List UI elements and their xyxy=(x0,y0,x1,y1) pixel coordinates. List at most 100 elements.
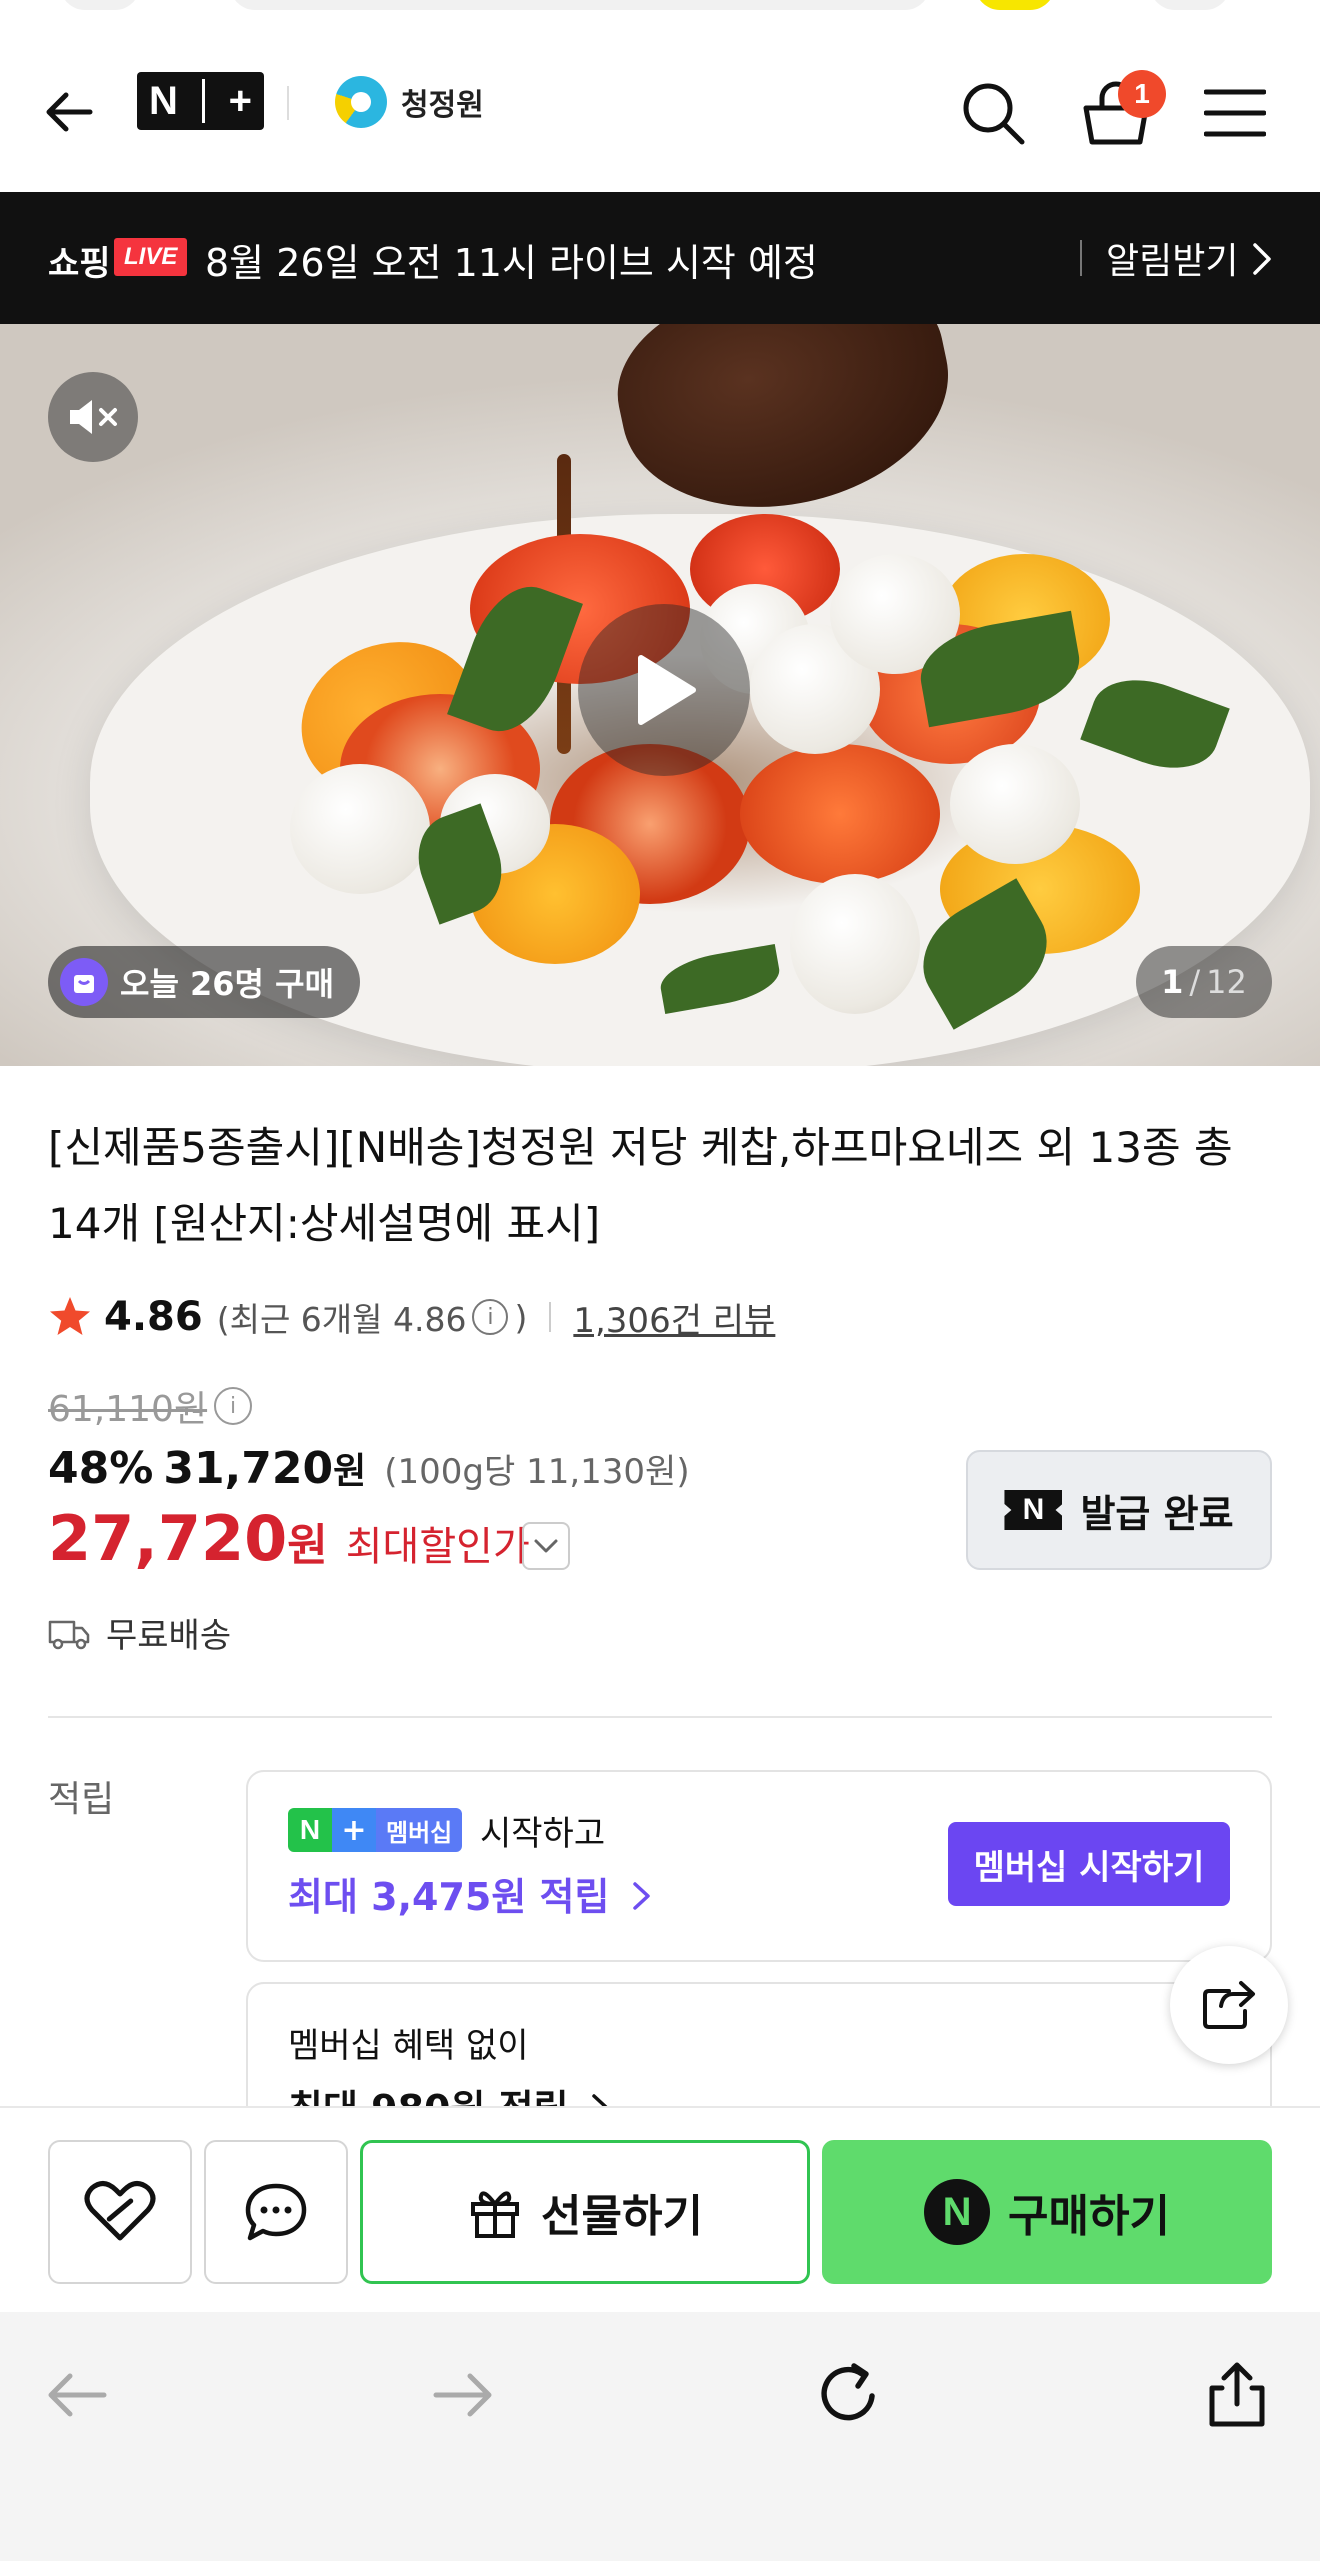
mozzarella-image xyxy=(950,744,1080,864)
search-icon[interactable] xyxy=(960,80,1026,146)
purchase-action-bar: 선물하기 N 구매하기 xyxy=(0,2106,1320,2312)
counter-current: 1 xyxy=(1161,963,1184,1001)
rating-score: 4.86 xyxy=(104,1294,203,1340)
partial-pill-yellow xyxy=(975,0,1055,10)
browser-toolbar xyxy=(0,2312,1320,2561)
sale-price-won: 원 xyxy=(333,1451,367,1492)
pitcher-image xyxy=(600,324,970,536)
max-discount-price: 27,720 xyxy=(48,1502,288,1575)
share-button[interactable] xyxy=(1170,1946,1288,2064)
max-discount-label: 최대할인가 xyxy=(345,1524,530,1570)
max-discount-row: 27,720 원 최대할인가 xyxy=(48,1502,530,1575)
heart-icon xyxy=(84,2181,156,2241)
original-price: 61,110원 xyxy=(48,1389,208,1430)
partial-search-pill xyxy=(230,0,930,10)
truck-icon xyxy=(48,1620,90,1649)
coupon-issued-button[interactable]: N 발급 완료 xyxy=(966,1450,1272,1570)
membership-badge-text: 멤버십 xyxy=(376,1808,463,1852)
membership-badge-n: N xyxy=(288,1808,332,1852)
max-discount-expand-button[interactable] xyxy=(522,1522,570,1570)
buy-label: 구매하기 xyxy=(1008,2191,1170,2242)
top-partial-bar xyxy=(0,0,1320,14)
membership-start-text: 시작하고 xyxy=(480,1814,606,1854)
coupon-label: 발급 완료 xyxy=(1080,1491,1234,1536)
brand-store-link[interactable]: 청정원 xyxy=(335,74,484,130)
star-icon xyxy=(50,1297,90,1335)
chevron-down-icon xyxy=(534,1539,558,1553)
partial-pill xyxy=(1150,0,1230,10)
mozzarella-image xyxy=(790,874,920,1014)
naver-pay-icon: N xyxy=(924,2179,991,2245)
reload-icon[interactable] xyxy=(814,2360,884,2430)
unit-price: (100g당 11,130원) xyxy=(384,1452,690,1492)
info-icon[interactable]: i xyxy=(214,1387,252,1425)
product-title: [신제품5종출시][N배송]청정원 저당 케찹,하프마요네즈 외 13종 총14… xyxy=(48,1123,1233,1248)
gift-button[interactable]: 선물하기 xyxy=(360,2140,810,2284)
sale-price-row: 48% 31,720 원 (100g당 11,130원) xyxy=(48,1442,690,1494)
purchase-count-badge: 오늘 26명 구매 xyxy=(48,946,361,1018)
play-button[interactable] xyxy=(578,604,750,776)
non-member-title: 멤버십 혜택 없이 xyxy=(288,2026,529,2066)
gift-label: 선물하기 xyxy=(541,2191,703,2242)
browser-back-icon[interactable] xyxy=(42,2360,112,2430)
nplus-logo-plus: + xyxy=(228,78,253,123)
accumulate-label: 적립 xyxy=(48,1779,115,1820)
reviews-link[interactable]: 1,306건 리뷰 xyxy=(573,1293,775,1342)
brand-logo-icon xyxy=(335,76,387,128)
share-upload-icon[interactable] xyxy=(1202,2360,1272,2430)
mute-button[interactable] xyxy=(48,372,138,462)
arrow-left-icon[interactable] xyxy=(40,82,100,142)
max-discount-won: 원 xyxy=(287,1520,328,1571)
hamburger-menu-icon[interactable] xyxy=(1204,88,1266,138)
shipping-info: 무료배송 xyxy=(48,1608,231,1657)
sale-price: 31,720 xyxy=(163,1443,334,1494)
purchase-count-text: 오늘 26명 구매 xyxy=(120,965,335,1003)
buy-button[interactable]: N 구매하기 xyxy=(822,2140,1272,2284)
info-icon[interactable]: i xyxy=(472,1299,509,1335)
membership-max-points: 최대 3,475원 적립 xyxy=(288,1875,610,1919)
share-icon xyxy=(1203,1981,1255,2029)
membership-max-points-link[interactable]: 최대 3,475원 적립 xyxy=(288,1866,653,1921)
logo-divider xyxy=(201,79,205,123)
start-membership-button[interactable]: 멤버십 시작하기 xyxy=(948,1822,1230,1906)
partial-pill xyxy=(60,0,140,10)
wishlist-button[interactable] xyxy=(48,2140,192,2284)
speaker-mute-icon xyxy=(70,400,117,434)
membership-benefit-card: N + 멤버십 시작하고 최대 3,475원 적립 멤버십 시작하기 xyxy=(246,1770,1272,1962)
counter-separator: / xyxy=(1189,963,1201,1001)
live-tag: LIVE xyxy=(114,238,188,276)
tomato-image xyxy=(740,744,940,884)
mozzarella-image xyxy=(290,764,430,894)
membership-badge-plus: + xyxy=(332,1808,376,1852)
brand-name: 청정원 xyxy=(401,88,484,123)
browser-forward-icon[interactable] xyxy=(428,2360,498,2430)
notify-button[interactable]: 알림받기 xyxy=(1106,232,1238,284)
membership-badge: N + 멤버십 xyxy=(288,1808,463,1852)
recent-rating: (최근 6개월 4.86 xyxy=(216,1300,467,1339)
chevron-right-icon xyxy=(632,1882,650,1910)
image-counter: 1 / 12 xyxy=(1136,946,1272,1018)
nplus-logo-n: N xyxy=(148,78,178,123)
gift-icon xyxy=(471,2191,520,2238)
section-divider xyxy=(48,1716,1272,1718)
chat-bubble-icon xyxy=(245,2183,307,2241)
discount-rate: 48% xyxy=(48,1443,154,1494)
product-video[interactable]: 오늘 26명 구매 1 / 12 xyxy=(0,324,1320,1066)
rating-row: 4.86 (최근 6개월 4.86 i ) 1,306건 리뷰 xyxy=(48,1290,775,1344)
coupon-icon: N xyxy=(1004,1490,1063,1530)
shopping-bag-icon xyxy=(60,958,108,1006)
nplus-logo[interactable]: N + xyxy=(137,72,264,130)
rating-divider xyxy=(549,1302,552,1332)
chevron-right-icon xyxy=(1253,243,1271,275)
counter-total: 12 xyxy=(1206,963,1247,1001)
recent-rating-close: ) xyxy=(514,1297,528,1337)
shopping-live-banner[interactable]: 쇼핑 LIVE 8월 26일 오전 11시 라이브 시작 예정 알림받기 xyxy=(0,192,1320,324)
shipping-text: 무료배송 xyxy=(106,1616,232,1656)
shopping-label: 쇼핑 xyxy=(48,244,111,284)
header-divider xyxy=(287,86,289,120)
talk-button[interactable] xyxy=(204,2140,348,2284)
cart-count-badge: 1 xyxy=(1118,70,1166,118)
live-schedule-text: 8월 26일 오전 11시 라이브 시작 예정 xyxy=(205,241,818,285)
live-divider xyxy=(1080,240,1082,276)
play-icon xyxy=(638,655,696,725)
